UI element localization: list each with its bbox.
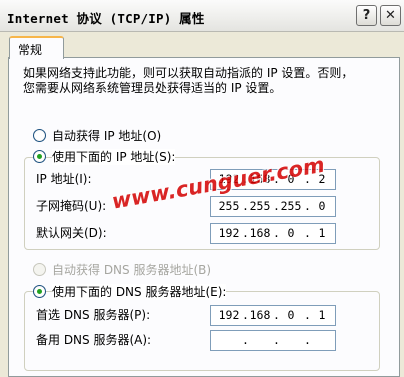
subnet-mask-input[interactable]: 255 . 255 . 255 . 0: [210, 196, 336, 217]
radio-manual-dns-label: 使用下面的 DNS 服务器地址(E):: [52, 284, 227, 300]
help-icon: ?: [362, 8, 371, 23]
tab-general-label: 常规: [18, 43, 43, 57]
radio-manual-dns-circle[interactable]: [33, 285, 46, 298]
octet-4: 1: [318, 308, 326, 322]
help-button[interactable]: ?: [356, 5, 377, 26]
description-line-2: 您需要从网络系统管理员处获得适当的 IP 设置。: [23, 81, 282, 95]
radio-manual-ip-label: 使用下面的 IP 地址(S):: [52, 149, 176, 165]
dot: .: [304, 333, 311, 347]
octet-1: 192: [218, 226, 240, 240]
dot: .: [273, 333, 280, 347]
octet-1: 192: [218, 308, 240, 322]
preferred-dns-label: 首选 DNS 服务器(P):: [36, 308, 151, 322]
radio-auto-ip-label: 自动获得 IP 地址(O): [52, 129, 162, 143]
radio-auto-dns-label: 自动获得 DNS 服务器地址(B): [52, 263, 212, 277]
description-text: 如果网络支持此功能，则可以获取自动指派的 IP 设置。否则， 您需要从网络系统管…: [23, 66, 393, 96]
radio-auto-ip-circle[interactable]: [33, 129, 46, 142]
radio-auto-dns-circle: [33, 263, 46, 276]
octet-4: 0: [318, 199, 326, 213]
octet-2: 255: [249, 199, 271, 213]
octet-3: 255: [280, 199, 302, 213]
octet-3: 0: [287, 226, 295, 240]
close-icon: ✕: [385, 8, 396, 23]
octet-1: 255: [218, 199, 240, 213]
alternate-dns-label: 备用 DNS 服务器(A):: [36, 333, 152, 347]
window-title: Internet 协议 (TCP/IP) 属性: [7, 11, 205, 26]
octet-3: 0: [287, 308, 295, 322]
radio-manual-ip-circle[interactable]: [33, 150, 46, 163]
title-bar: Internet 协议 (TCP/IP) 属性 ? ✕: [0, 0, 404, 32]
preferred-dns-input[interactable]: 192 . 168 . 0 . 1: [210, 305, 336, 326]
octet-4: 1: [318, 226, 326, 240]
description-line-1: 如果网络支持此功能，则可以获取自动指派的 IP 设置。否则，: [23, 66, 354, 80]
gateway-label: 默认网关(D):: [36, 226, 107, 240]
gateway-input[interactable]: 192 . 168 . 0 . 1: [210, 223, 336, 244]
close-button[interactable]: ✕: [380, 5, 401, 26]
dot: .: [242, 333, 249, 347]
subnet-mask-label: 子网掩码(U):: [36, 199, 107, 213]
ip-address-label: IP 地址(I):: [36, 172, 92, 186]
octet-2: 168: [249, 226, 271, 240]
alternate-dns-input[interactable]: . . .: [210, 330, 336, 351]
tab-general[interactable]: 常规: [9, 36, 64, 59]
octet-2: 168: [249, 308, 271, 322]
